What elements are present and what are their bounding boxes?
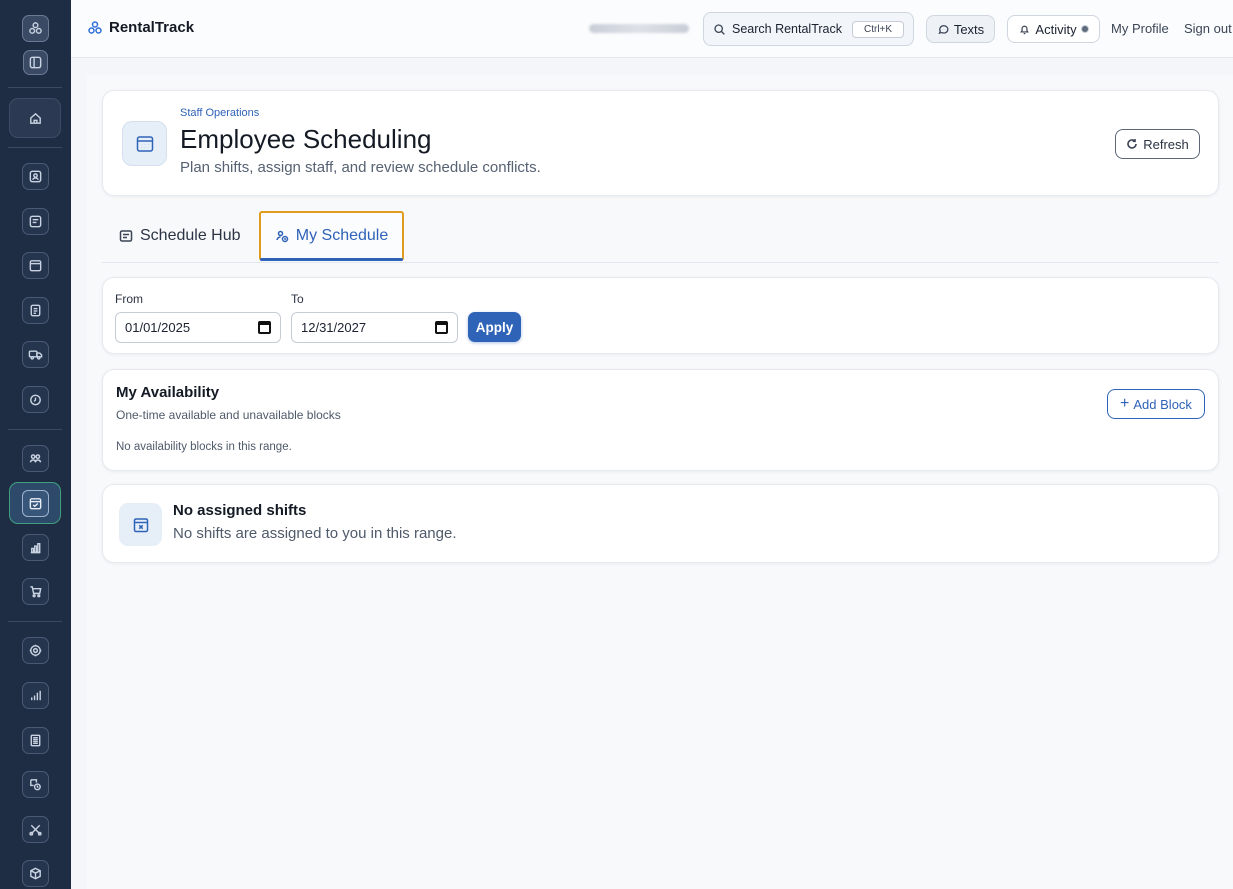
sidebar-item-settings[interactable] — [22, 637, 49, 664]
to-label: To — [291, 292, 304, 306]
sidebar-item-contacts[interactable] — [22, 163, 49, 190]
to-date-value: 12/31/2027 — [301, 320, 367, 335]
to-date-input[interactable]: 12/31/2027 — [291, 312, 458, 343]
page-title: Employee Scheduling — [180, 124, 432, 154]
sidebar — [0, 0, 71, 889]
plus-icon: + — [1120, 395, 1130, 412]
sidebar-item-calendar[interactable] — [22, 252, 49, 279]
tab-schedule-hub[interactable]: Schedule Hub — [110, 211, 255, 261]
sidebar-item-time[interactable] — [22, 386, 49, 413]
shifts-empty-title: No assigned shifts — [173, 502, 307, 519]
tab-label: My Schedule — [295, 227, 389, 244]
availability-subtitle: One-time available and unavailable block… — [116, 408, 341, 422]
refresh-icon — [1127, 139, 1138, 149]
page-header-card: Staff Operations Employee Scheduling Pla… — [102, 90, 1219, 196]
texts-label: Texts — [953, 21, 985, 37]
sidebar-item-tools[interactable] — [22, 816, 49, 843]
sidebar-item-home[interactable] — [9, 98, 61, 138]
texts-button[interactable]: Texts — [926, 15, 995, 43]
availability-empty-state: No availability blocks in this range. — [116, 441, 292, 453]
add-block-label: Add Block — [1133, 396, 1192, 412]
main-content — [87, 75, 1233, 889]
search-label: Search RentalTrack — [732, 22, 842, 36]
logo-icon[interactable] — [22, 15, 49, 42]
my-availability-card: My Availability One-time available and u… — [102, 369, 1219, 471]
search-icon — [714, 23, 725, 35]
tab-label: Schedule Hub — [140, 227, 241, 244]
user-clock-icon — [276, 230, 288, 243]
brand-name: RentalTrack — [109, 19, 195, 36]
documents-icon — [30, 304, 41, 317]
sidebar-divider — [8, 147, 62, 148]
calendar-icon — [122, 121, 167, 166]
contacts-icon — [29, 170, 42, 183]
cart-icon — [30, 586, 42, 598]
sidebar-divider — [8, 87, 62, 88]
calendar-picker-icon[interactable] — [258, 321, 271, 334]
sign-out-link[interactable]: Sign out — [1184, 21, 1232, 36]
calendar-icon — [29, 260, 42, 272]
home-icon — [29, 112, 41, 124]
sidebar-item-documents[interactable] — [22, 297, 49, 324]
from-date-input[interactable]: 01/01/2025 — [115, 312, 281, 343]
calendar-x-icon — [119, 503, 162, 546]
sidebar-divider — [8, 429, 62, 430]
activity-label: Activity — [1035, 21, 1077, 37]
logo-icon — [88, 20, 102, 34]
shifts-empty-subtitle: No shifts are assigned to you in this ra… — [173, 525, 457, 542]
activity-button[interactable]: Activity — [1007, 15, 1100, 43]
sidebar-item-inventory[interactable] — [22, 860, 49, 887]
tabs-divider — [102, 262, 1219, 263]
brand[interactable]: RentalTrack — [87, 19, 194, 36]
delivery-truck-icon — [28, 350, 43, 360]
refresh-label: Refresh — [1143, 136, 1189, 152]
ledger-icon — [30, 734, 41, 747]
sidebar-item-reservations[interactable] — [22, 208, 49, 235]
sidebar-item-pricing[interactable] — [22, 771, 49, 798]
tab-my-schedule[interactable]: My Schedule — [259, 211, 404, 261]
settings-icon — [29, 644, 42, 657]
refresh-button[interactable]: Refresh — [1115, 129, 1200, 159]
active-tab-indicator — [260, 258, 403, 261]
analytics-icon — [31, 690, 41, 701]
schedule-hub-icon — [119, 230, 133, 242]
sidebar-item-reports[interactable] — [22, 534, 49, 561]
breadcrumb: Staff Operations — [180, 107, 260, 119]
panel-toggle-icon[interactable] — [23, 50, 48, 75]
activity-status-dot — [1080, 25, 1089, 33]
sidebar-item-team[interactable] — [22, 445, 49, 472]
sidebar-divider — [8, 621, 62, 622]
date-range-filter: From 01/01/2025 To 12/31/2027 Apply — [102, 277, 1219, 354]
reports-icon — [30, 543, 41, 554]
top-bar: RentalTrack Search RentalTrack Ctrl+K Te… — [71, 0, 1233, 58]
tools-icon — [29, 824, 42, 836]
sidebar-item-ledger[interactable] — [22, 727, 49, 754]
chat-icon — [938, 24, 949, 34]
redacted-user-info — [589, 24, 689, 33]
sidebar-item-cart[interactable] — [22, 578, 49, 605]
assigned-shifts-card: No assigned shifts No shifts are assigne… — [102, 484, 1219, 563]
sidebar-item-scheduling[interactable] — [9, 482, 61, 524]
apply-button[interactable]: Apply — [468, 312, 521, 342]
search-button[interactable]: Search RentalTrack Ctrl+K — [703, 12, 914, 46]
clock-icon — [30, 394, 41, 406]
search-shortcut: Ctrl+K — [852, 20, 905, 38]
page-subtitle: Plan shifts, assign staff, and review sc… — [180, 159, 541, 176]
availability-title: My Availability — [116, 384, 220, 401]
pricing-icon — [30, 779, 41, 791]
calendar-picker-icon[interactable] — [435, 321, 448, 334]
reservations-icon — [29, 215, 42, 228]
scheduling-icon — [21, 489, 49, 517]
sidebar-item-analytics[interactable] — [22, 682, 49, 709]
bell-icon — [1020, 25, 1030, 34]
from-date-value: 01/01/2025 — [125, 320, 191, 335]
team-icon — [29, 454, 42, 463]
from-label: From — [115, 292, 143, 306]
my-profile-link[interactable]: My Profile — [1111, 21, 1169, 36]
sidebar-item-delivery[interactable] — [22, 341, 49, 368]
add-block-button[interactable]: + Add Block — [1107, 389, 1205, 419]
inventory-icon — [30, 867, 41, 880]
